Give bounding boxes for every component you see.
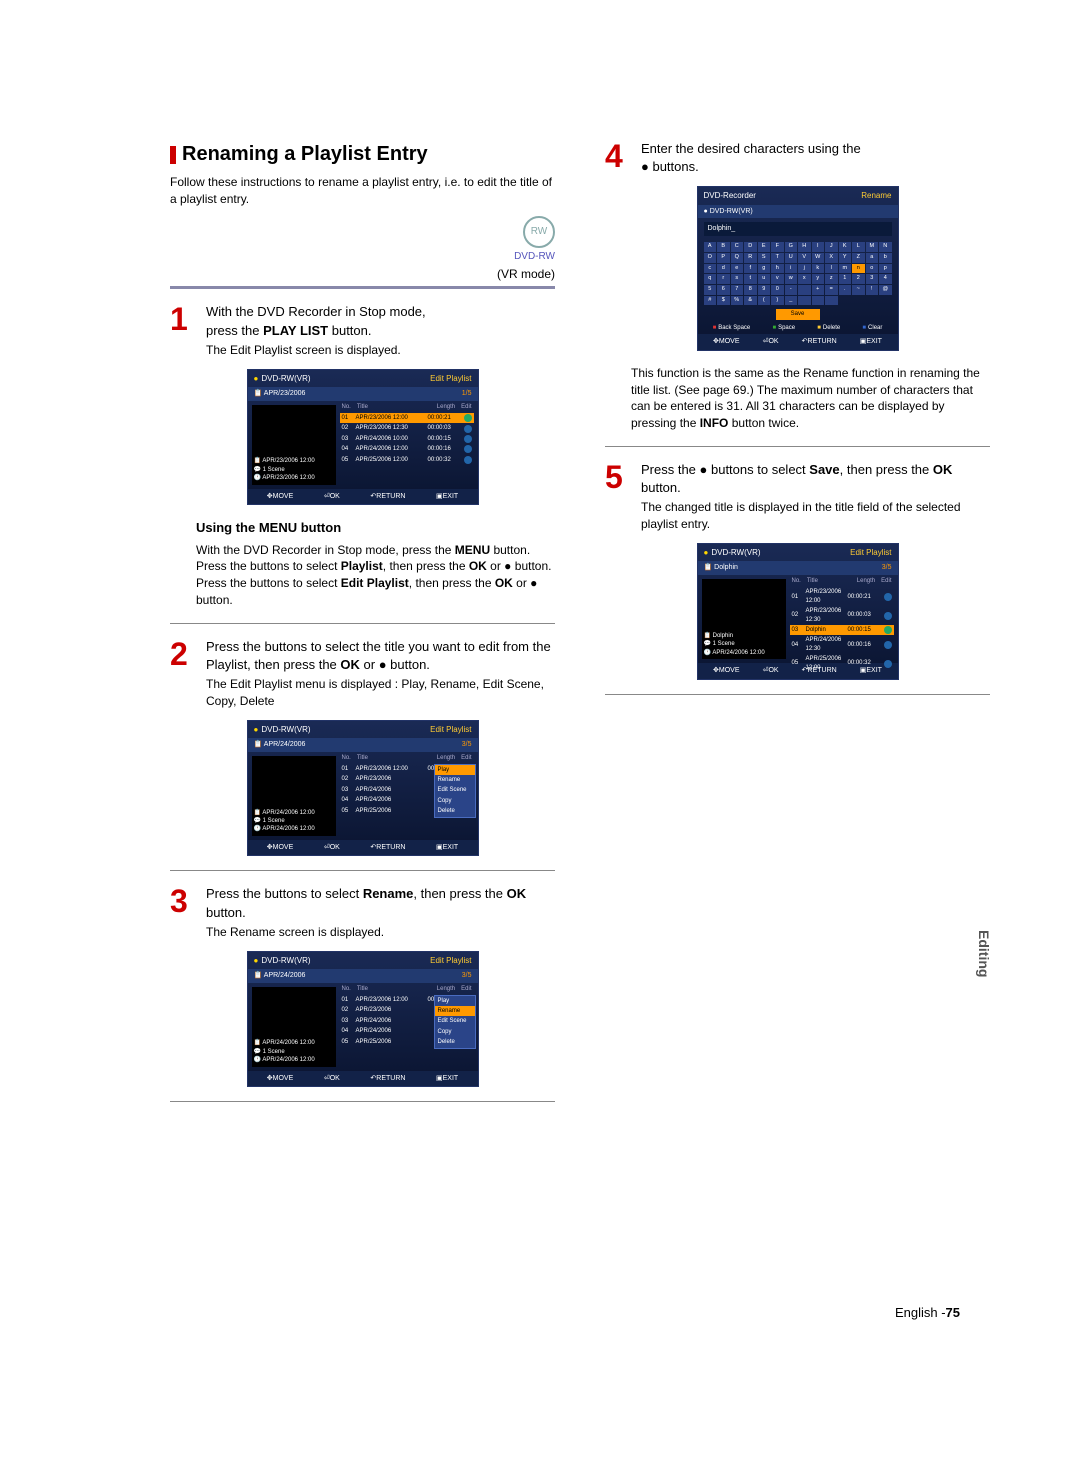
separator	[170, 623, 555, 624]
osd-rename-keyboard: DVD-RecorderRename ● DVD-RW(VR) Dolphin_…	[697, 186, 899, 350]
osd-count: 1/5	[462, 389, 472, 399]
step-number: 2	[170, 638, 196, 710]
step-number: 4	[605, 140, 631, 176]
step-5: 5 Press the ● buttons to select Save, th…	[605, 461, 990, 533]
osd-title: Edit Playlist	[430, 373, 471, 384]
intro-text: Follow these instructions to rename a pl…	[170, 174, 555, 208]
save-button: Save	[776, 309, 820, 319]
step-number: 5	[605, 461, 631, 533]
step3-sub: The Rename screen is displayed.	[206, 924, 555, 941]
menu-instructions: With the DVD Recorder in Stop mode, pres…	[196, 542, 555, 609]
step5-sub: The changed title is displayed in the ti…	[641, 499, 990, 533]
separator	[170, 286, 555, 289]
step1-sub: The Edit Playlist screen is displayed.	[206, 342, 555, 359]
step1-line1: With the DVD Recorder in Stop mode,	[206, 304, 426, 319]
rename-note: This function is the same as the Rename …	[631, 365, 990, 432]
disc-label: DVD-RW	[514, 251, 555, 262]
page-number: English -75	[895, 1305, 960, 1320]
osd-edit-playlist-5: DVD-RW(VR)Edit Playlist 📋 Dolphin3/5 📋 D…	[697, 543, 899, 680]
menu-subheading: Using the MENU button	[196, 519, 555, 537]
context-menu: PlayRenameEdit SceneCopyDelete	[434, 995, 476, 1049]
disc-icon-block: RW DVD-RW	[170, 216, 555, 264]
step-2: 2 Press the buttons to select the title …	[170, 638, 555, 710]
title-bar-icon	[170, 146, 176, 164]
step-3: 3 Press the buttons to select Rename, th…	[170, 885, 555, 940]
osd-footer: ✥MOVE⏎OK↶RETURN▣EXIT	[248, 489, 478, 505]
kb-title: DVD-Recorder	[704, 190, 756, 201]
separator	[605, 694, 990, 695]
side-tab: Editing	[976, 930, 992, 977]
step-number: 3	[170, 885, 196, 940]
separator	[170, 1101, 555, 1102]
separator	[605, 446, 990, 447]
osd-preview: 📋 APR/23/2006 12:00 💬 1 Scene 🕐 APR/23/2…	[252, 405, 336, 485]
play-list-button-ref: PLAY LIST	[263, 323, 328, 338]
step-1: 1 With the DVD Recorder in Stop mode, pr…	[170, 303, 555, 358]
step2-sub: The Edit Playlist menu is displayed : Pl…	[206, 676, 555, 710]
disc-icon: RW	[523, 216, 555, 248]
step-number: 1	[170, 303, 196, 358]
kb-legend: Back Space Space Delete Clear	[698, 322, 898, 334]
kb-mode: Rename	[861, 190, 891, 201]
separator	[170, 870, 555, 871]
osd-edit-playlist-3: DVD-RW(VR)Edit Playlist 📋 APR/24/20063/5…	[247, 951, 479, 1088]
context-menu: PlayRenameEdit SceneCopyDelete	[434, 764, 476, 818]
name-field: Dolphin_	[704, 222, 892, 236]
osd-edit-playlist-2: DVD-RW(VR)Edit Playlist 📋 APR/24/20063/5…	[247, 720, 479, 857]
step-4: 4 Enter the desired characters using the…	[605, 140, 990, 176]
keyboard-grid: ABCDEFGHIJKLMNOPQRSTUVWXYZabcdefghijklmn…	[698, 240, 898, 307]
section-title: Renaming a Playlist Entry	[170, 140, 555, 168]
osd-disc: DVD-RW(VR)	[254, 373, 311, 384]
osd-edit-playlist-1: DVD-RW(VR)Edit Playlist 📋 APR/23/20061/5…	[247, 369, 479, 506]
osd-list: No.TitleLengthEdit 01APR/23/2006 12:0000…	[340, 401, 478, 489]
vr-mode-label: (VR mode)	[170, 266, 555, 283]
